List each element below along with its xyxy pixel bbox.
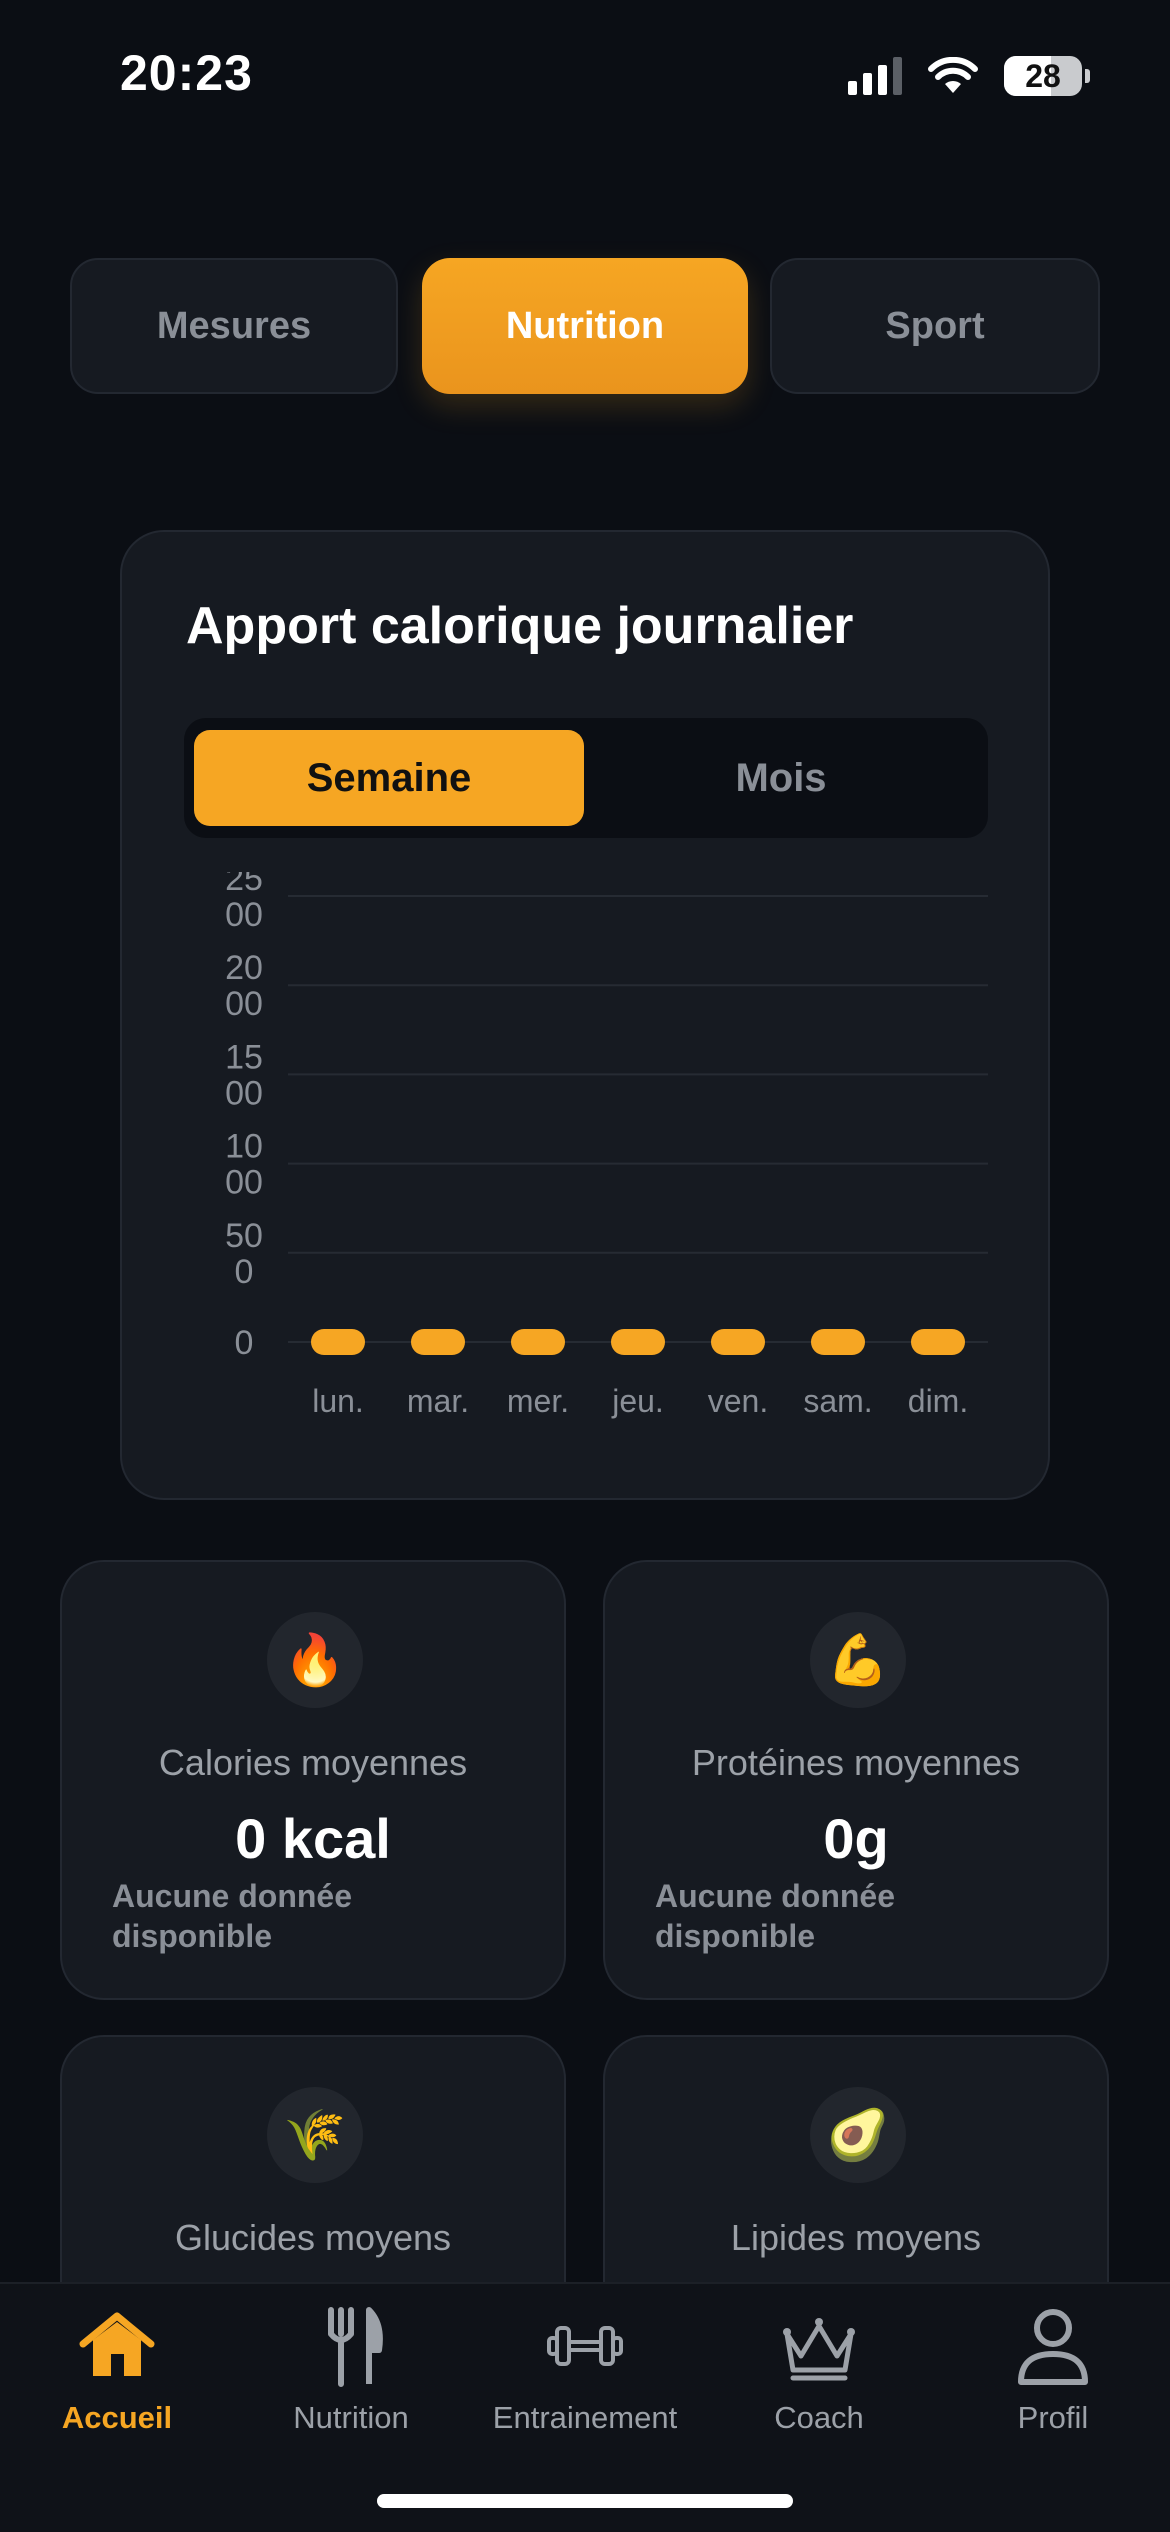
y-tick-label: 20 xyxy=(225,949,263,987)
x-tick-label: dim. xyxy=(908,1383,968,1419)
flexed-biceps-icon: 💪 xyxy=(810,1612,906,1708)
nav-label: Nutrition xyxy=(293,2400,409,2435)
battery-level: 28 xyxy=(1025,57,1061,94)
nav-accueil[interactable]: Accueil xyxy=(0,2304,234,2464)
tab-sport[interactable]: Sport xyxy=(770,258,1100,394)
x-tick-label: mar. xyxy=(407,1383,469,1419)
chart-title: Apport calorique journalier xyxy=(186,597,854,655)
y-tick-label: 00 xyxy=(225,985,263,1023)
x-tick-label: mer. xyxy=(507,1383,569,1419)
calorie-bar-chart: 25002000150010005000lun. mar. mer. jeu. ven.… xyxy=(225,872,988,1419)
x-tick-label: jeu. xyxy=(611,1383,664,1419)
cellular-signal-icon xyxy=(848,57,902,95)
stat-label: Calories moyennes xyxy=(158,1742,468,1783)
range-week-button[interactable]: Semaine xyxy=(194,730,584,826)
y-tick-label: 00 xyxy=(225,1074,263,1112)
fire-icon: 🔥 xyxy=(267,1612,363,1708)
nav-coach[interactable]: Coach xyxy=(702,2304,936,2464)
chart-bar xyxy=(511,1329,565,1355)
range-toggle: Semaine Mois xyxy=(184,718,988,838)
x-tick-label: sam. xyxy=(803,1383,872,1419)
fork-knife-icon xyxy=(328,2307,383,2387)
y-tick-label: 15 xyxy=(225,1038,263,1076)
tab-mesures[interactable]: Mesures xyxy=(70,258,398,394)
stat-value: 0 kcal xyxy=(235,1807,391,1870)
y-tick-label: 00 xyxy=(225,896,263,934)
chart-bar xyxy=(911,1329,965,1355)
x-tick-label: ven. xyxy=(708,1383,768,1419)
nav-entrainement[interactable]: Entrainement xyxy=(468,2304,702,2464)
y-tick-label: 10 xyxy=(225,1128,263,1166)
crown-icon xyxy=(783,2318,855,2381)
chart-bar xyxy=(311,1329,365,1355)
y-tick-label: 50 xyxy=(225,1217,263,1255)
wifi-icon xyxy=(928,57,978,93)
stat-card-proteins: 💪 Protéines moyennes 0g Aucune donnée di… xyxy=(603,1560,1109,2000)
nav-label: Profil xyxy=(1017,2400,1089,2435)
nav-label: Entrainement xyxy=(492,2400,678,2435)
stat-label: Lipides moyens xyxy=(730,2217,982,2258)
battery-icon: 28 xyxy=(1004,56,1082,96)
x-tick-label: lun. xyxy=(312,1383,364,1419)
chart-bar xyxy=(411,1329,465,1355)
tab-nutrition[interactable]: Nutrition xyxy=(422,258,748,394)
status-icons: 28 xyxy=(848,54,1090,98)
range-month-button[interactable]: Mois xyxy=(586,730,976,826)
nav-profil[interactable]: Profil xyxy=(936,2304,1170,2464)
stat-label: Protéines moyennes xyxy=(691,1742,1021,1783)
nav-label: Coach xyxy=(774,2400,864,2435)
stat-card-calories: 🔥 Calories moyennes 0 kcal Aucune donnée… xyxy=(60,1560,566,2000)
y-tick-label: 25 xyxy=(225,872,263,898)
stat-label: Glucides moyens xyxy=(174,2217,452,2258)
chart-bar xyxy=(711,1329,765,1355)
stat-note: Aucune donnée disponible xyxy=(655,1878,896,1954)
avocado-icon: 🥑 xyxy=(810,2087,906,2183)
status-time: 20:23 xyxy=(120,45,253,101)
y-tick-label: 00 xyxy=(225,1164,263,1202)
stat-value: 0g xyxy=(823,1807,889,1870)
y-tick-label: 0 xyxy=(235,1324,254,1362)
status-bar: 20:23 28 xyxy=(0,0,1170,150)
home-indicator xyxy=(377,2494,793,2508)
dumbbell-icon xyxy=(547,2326,623,2366)
y-tick-label: 0 xyxy=(235,1253,254,1291)
stat-note: Aucune donnée disponible xyxy=(112,1878,353,1954)
person-icon xyxy=(1018,2309,1088,2385)
rice-icon: 🌾 xyxy=(267,2087,363,2183)
chart-bar xyxy=(611,1329,665,1355)
nav-nutrition[interactable]: Nutrition xyxy=(234,2304,468,2464)
chart-bar xyxy=(811,1329,865,1355)
nav-label: Accueil xyxy=(61,2400,173,2435)
calorie-chart-card: Apport calorique journalier Semaine Mois… xyxy=(120,530,1050,1500)
home-icon xyxy=(79,2312,155,2376)
